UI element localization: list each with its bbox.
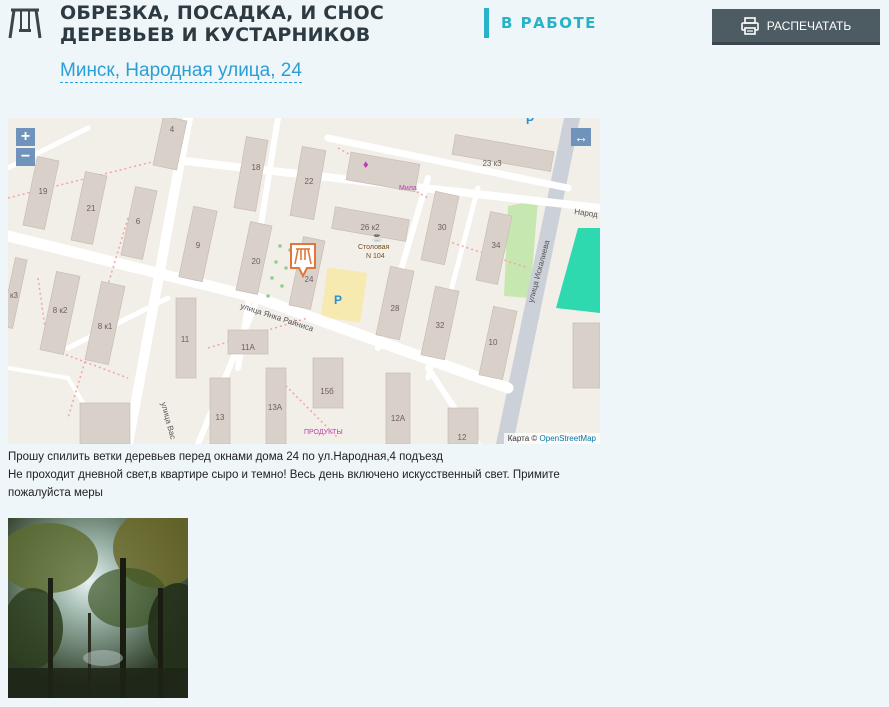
- label-b26: 26 к2: [360, 223, 380, 232]
- label-b34: 34: [492, 241, 501, 250]
- label-b8k2: 8 к2: [53, 306, 68, 315]
- parking-area: [320, 267, 368, 323]
- label-b9: 9: [196, 241, 201, 250]
- sports-area: [556, 228, 600, 313]
- label-b20: 20: [252, 257, 261, 266]
- title-line-2: деревьев и кустарников: [60, 24, 371, 46]
- poi-canteen-number: N 104: [366, 253, 385, 260]
- zoom-out-button[interactable]: −: [16, 148, 35, 166]
- map-attribution: Карта © OpenStreetMap: [503, 433, 600, 444]
- attribution-text: Карта ©: [507, 434, 538, 443]
- label-b12: 12: [458, 433, 467, 442]
- expand-map-button[interactable]: ↔: [571, 128, 591, 146]
- building-12a: [385, 372, 411, 444]
- label-b12a: 12А: [391, 414, 406, 423]
- label-b11a: 11А: [241, 343, 255, 352]
- label-b22: 22: [305, 177, 314, 186]
- printer-icon: [740, 16, 759, 35]
- address-link[interactable]: Минск, Народная улица, 24: [60, 60, 302, 83]
- label-b13: 13: [216, 413, 225, 422]
- label-b18: 18: [252, 163, 261, 172]
- map[interactable]: 4 18 22 23 к3 19 21 6 26 к2 30 34 9 20 2…: [8, 118, 600, 444]
- title-line-1: Обрезка, посадка, и снос: [60, 2, 385, 24]
- label-b11: 11: [181, 335, 190, 344]
- building-15b: [312, 357, 344, 409]
- zoom-in-button[interactable]: +: [16, 128, 35, 146]
- cafe-icon: ☕: [371, 230, 383, 243]
- zoom-controls: + −: [16, 128, 35, 168]
- label-b6: 6: [136, 217, 141, 226]
- label-b4: 4: [170, 125, 175, 134]
- building-10: [478, 305, 518, 381]
- building-13: [209, 377, 231, 444]
- label-b8k1: 8 к1: [98, 322, 113, 331]
- parking-label-top: P: [526, 118, 534, 127]
- problem-description: Прошу спилить ветки деревьев перед окнам…: [8, 448, 598, 502]
- building-28: [375, 265, 415, 341]
- street-label-vas: улица Вас: [159, 401, 178, 440]
- building-left-bottom: [79, 402, 131, 444]
- label-b28: 28: [391, 304, 400, 313]
- label-b21: 21: [87, 204, 96, 213]
- openstreetmap-link[interactable]: OpenStreetMap: [540, 434, 596, 443]
- description-line-1: Прошу спилить ветки деревьев перед окнам…: [8, 451, 444, 463]
- label-b19: 19: [39, 187, 48, 196]
- problem-photo[interactable]: [8, 518, 188, 698]
- status-badge: В РАБОТЕ: [484, 8, 597, 38]
- print-button-label: РАСПЕЧАТАТЬ: [766, 18, 852, 33]
- poi-mila: Мила: [399, 185, 417, 192]
- label-b32: 32: [436, 321, 445, 330]
- page-title: Обрезка, посадка, и снос деревьев и куст…: [60, 2, 390, 46]
- label-b13a: 13А: [268, 403, 283, 412]
- street-label-narod: Народ: [574, 207, 599, 219]
- label-bk3: к3: [10, 291, 19, 300]
- label-b30: 30: [438, 223, 447, 232]
- label-b23: 23 к3: [482, 159, 502, 168]
- description-line-2: Не проходит дневной свет,в квартире сыро…: [8, 469, 560, 499]
- shop-icon: ♦: [363, 159, 369, 171]
- poi-canteen: Столовая: [358, 244, 390, 251]
- poi-products: ПРОДУКТЫ: [304, 429, 343, 436]
- label-b10: 10: [489, 338, 498, 347]
- category-swing-icon: [8, 8, 42, 39]
- building-right-edge: [572, 322, 600, 389]
- print-button[interactable]: РАСПЕЧАТАТЬ: [712, 9, 880, 45]
- label-b24: 24: [305, 275, 314, 284]
- label-b15b: 15б: [320, 387, 334, 396]
- parking-label: P: [334, 293, 342, 307]
